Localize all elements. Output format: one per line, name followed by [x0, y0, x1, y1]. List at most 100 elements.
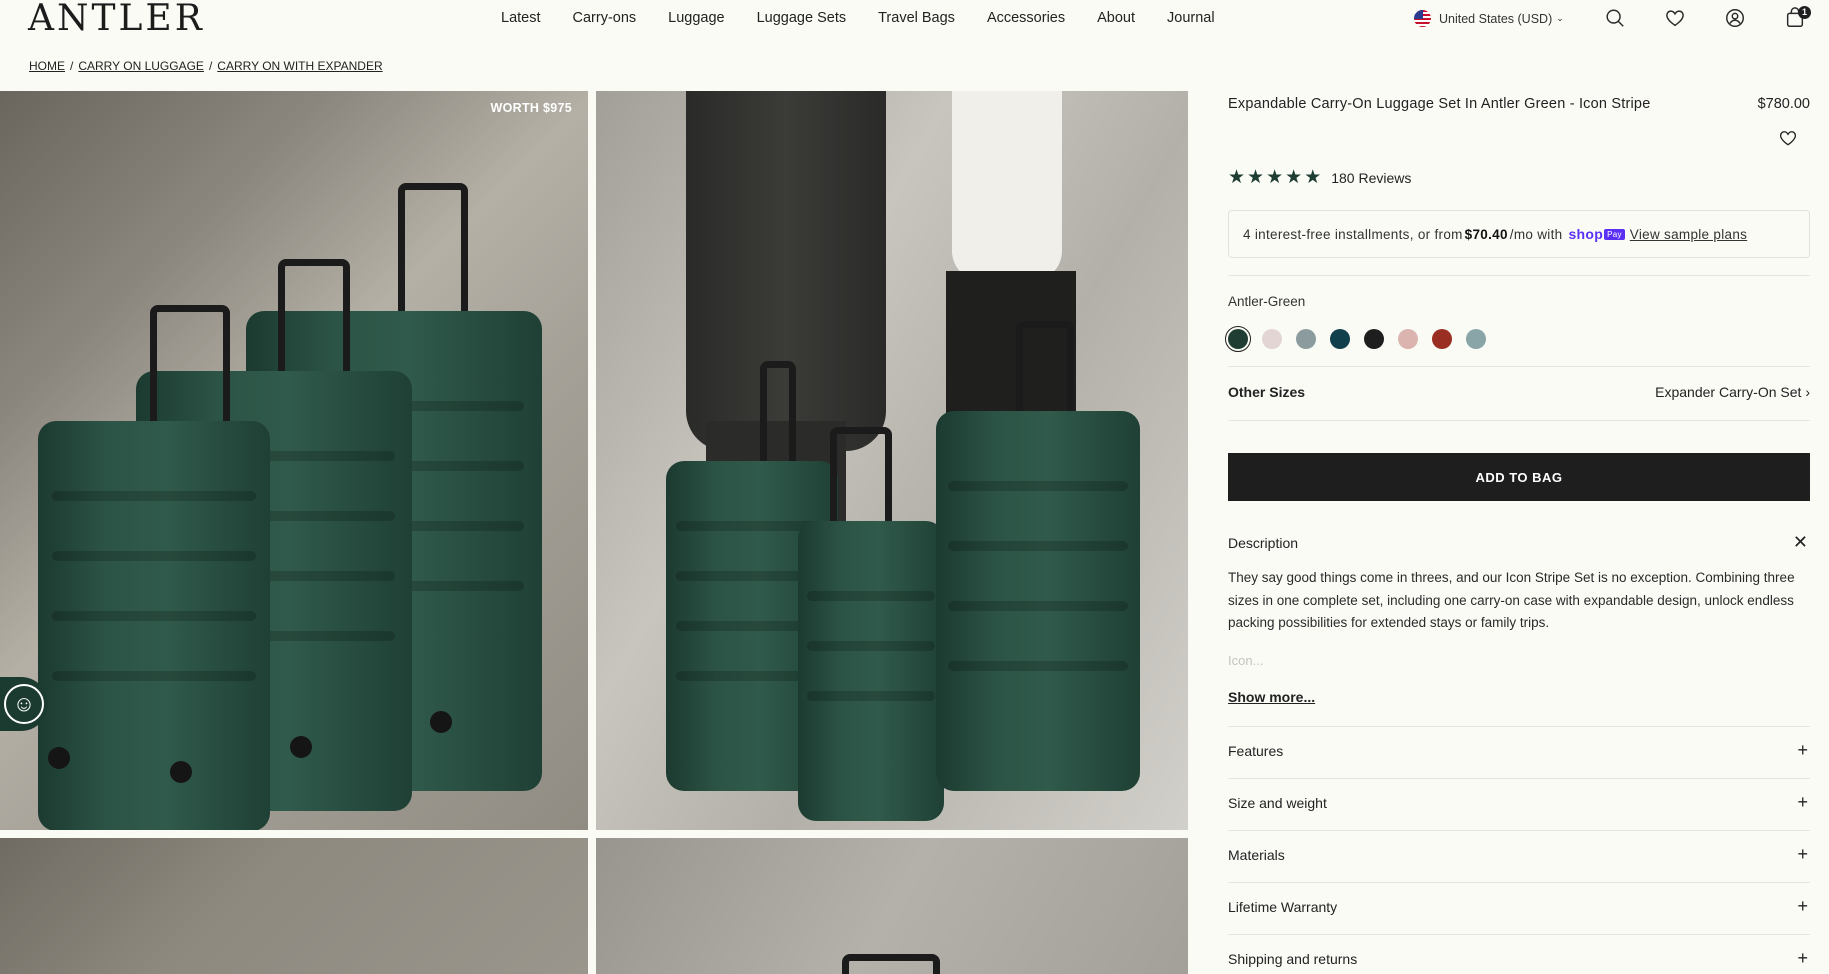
chevron-down-icon: ⌄ [1556, 13, 1564, 23]
view-sample-plans-link[interactable]: View sample plans [1630, 227, 1747, 242]
breadcrumb-carry-on-luggage[interactable]: CARRY ON LUGGAGE [78, 59, 204, 73]
us-flag-icon [1414, 10, 1431, 27]
swatch-color-2[interactable] [1262, 329, 1282, 349]
accordion-features[interactable]: Features + [1228, 740, 1810, 761]
cart-icon[interactable]: 1 [1784, 6, 1811, 31]
nav-accessories[interactable]: Accessories [987, 10, 1065, 26]
divider [1228, 778, 1810, 779]
suitcase-small [38, 421, 270, 830]
star-icon: ★ [1247, 167, 1265, 188]
wheel [170, 761, 192, 783]
breadcrumb-home[interactable]: HOME [29, 59, 65, 73]
description-fade-text: Icon... [1228, 653, 1264, 668]
nav-latest[interactable]: Latest [501, 10, 541, 26]
plus-icon: + [1797, 896, 1808, 916]
divider [1228, 934, 1810, 935]
accordion-size-and-weight[interactable]: Size and weight + [1228, 792, 1810, 813]
accordion-size-label: Size and weight [1228, 794, 1327, 811]
breadcrumb-carry-on-with-expander[interactable]: CARRY ON WITH EXPANDER [217, 59, 382, 73]
suitcase-handle [278, 259, 350, 371]
reviews-link[interactable]: 180 Reviews [1331, 170, 1411, 186]
search-icon[interactable] [1604, 7, 1628, 31]
divider [1228, 830, 1810, 831]
wheel [48, 747, 70, 769]
swatch-color-6[interactable] [1398, 329, 1418, 349]
swatch-antler-green[interactable] [1225, 326, 1251, 352]
nav-luggage[interactable]: Luggage [668, 10, 724, 26]
star-icon: ★ [1304, 167, 1322, 188]
breadcrumb-separator: / [70, 59, 74, 73]
plus-icon: + [1797, 844, 1808, 864]
wheel [290, 736, 312, 758]
divider [1228, 420, 1810, 421]
installments-prefix: 4 interest-free installments, or from [1243, 226, 1463, 242]
nav-journal[interactable]: Journal [1167, 10, 1215, 26]
nav-about[interactable]: About [1097, 10, 1135, 26]
shop-pay-installments: 4 interest-free installments, or from $7… [1228, 210, 1810, 258]
accordion-features-label: Features [1228, 742, 1284, 759]
rating[interactable]: ★ ★ ★ ★ ★ 180 Reviews [1228, 168, 1411, 187]
breadcrumb-separator: / [208, 59, 213, 73]
breadcrumb: HOME / CARRY ON LUGGAGE / CARRY ON WITH … [29, 59, 383, 73]
accordion-description-label: Description [1228, 534, 1299, 551]
star-icon: ★ [1266, 167, 1284, 188]
brand-logo[interactable]: ANTLER [28, 0, 205, 39]
suitcase-handle [398, 183, 468, 313]
accordion-description[interactable]: Description ✕ [1228, 532, 1810, 553]
region-selector[interactable]: United States (USD) ⌄ [1414, 10, 1564, 27]
wishlist-icon[interactable] [1664, 7, 1688, 31]
description-text: They say good things come in threes, and… [1228, 570, 1795, 630]
close-icon[interactable]: ✕ [1793, 532, 1810, 553]
shop-pay-logo: shop [1568, 226, 1604, 242]
cart-count-badge: 1 [1798, 6, 1811, 19]
shop-pay-pill: Pay [1604, 228, 1625, 240]
accordion-warranty-label: Lifetime Warranty [1228, 898, 1338, 915]
suitcase-small [798, 521, 944, 821]
nav-luggage-sets[interactable]: Luggage Sets [757, 10, 847, 26]
star-icon: ★ [1285, 167, 1303, 188]
accordion-shipping-and-returns[interactable]: Shipping and returns + [1228, 948, 1810, 969]
installments-amount: $70.40 [1464, 226, 1508, 242]
model-top [952, 91, 1062, 281]
suitcase-handle [150, 305, 230, 425]
product-image-2[interactable] [596, 91, 1188, 830]
accordion-materials-label: Materials [1228, 846, 1285, 863]
divider [1228, 366, 1810, 367]
swatch-color-5[interactable] [1364, 329, 1384, 349]
divider [1228, 726, 1810, 727]
swatch-color-8[interactable] [1466, 329, 1486, 349]
other-sizes-row[interactable]: Other Sizes Expander Carry-On Set › [1228, 384, 1810, 400]
product-image-3[interactable] [0, 838, 588, 974]
star-icon: ★ [1228, 167, 1246, 188]
accordion-materials[interactable]: Materials + [1228, 844, 1810, 865]
swatch-color-7[interactable] [1432, 329, 1452, 349]
site-header: ANTLER Latest Carry-ons Luggage Luggage … [0, 0, 1829, 40]
accessibility-icon: ☺ [4, 684, 44, 724]
divider [1228, 275, 1810, 276]
product-page: ANTLER Latest Carry-ons Luggage Luggage … [0, 0, 1829, 974]
product-image-1[interactable]: WORTH $975 [0, 91, 588, 830]
swatch-color-3[interactable] [1296, 329, 1316, 349]
nav-travel-bags[interactable]: Travel Bags [878, 10, 955, 26]
swatch-color-4[interactable] [1330, 329, 1350, 349]
account-icon[interactable] [1724, 7, 1748, 31]
installments-suffix: /mo with [1509, 226, 1563, 242]
header-icons: 1 [1604, 6, 1829, 31]
main-nav: Latest Carry-ons Luggage Luggage Sets Tr… [501, 10, 1247, 26]
suitcase-handle [842, 954, 940, 974]
chevron-right-icon: › [1805, 384, 1810, 400]
product-title: Expandable Carry-On Luggage Set In Antle… [1228, 96, 1651, 112]
add-to-bag-button[interactable]: ADD TO BAG [1228, 453, 1810, 501]
show-more-link[interactable]: Show more... [1228, 689, 1315, 705]
other-sizes-value: Expander Carry-On Set [1655, 384, 1802, 400]
other-sizes-value-wrap: Expander Carry-On Set › [1655, 384, 1810, 400]
add-to-wishlist-heart-icon[interactable] [1778, 128, 1800, 150]
region-label: United States (USD) [1439, 11, 1553, 26]
product-price: $780.00 [1757, 96, 1810, 112]
product-image-4[interactable] [596, 838, 1188, 974]
worth-badge: WORTH $975 [490, 101, 572, 115]
accordion-lifetime-warranty[interactable]: Lifetime Warranty + [1228, 896, 1810, 917]
nav-carry-ons[interactable]: Carry-ons [573, 10, 637, 26]
plus-icon: + [1797, 792, 1808, 812]
divider [1228, 882, 1810, 883]
